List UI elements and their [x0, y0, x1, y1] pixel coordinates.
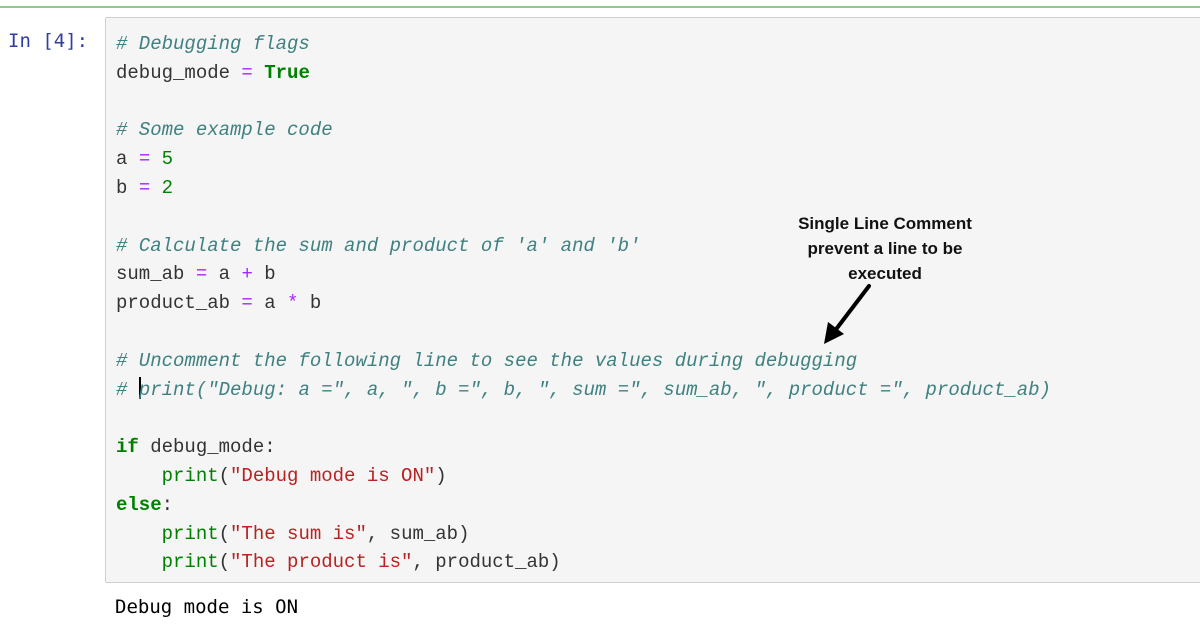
- code-line[interactable]: [116, 404, 1051, 433]
- code-token: # Debugging flags: [116, 33, 310, 55]
- code-line[interactable]: print("The product is", product_ab): [116, 548, 1051, 577]
- code-token: print: [161, 551, 219, 574]
- code-token: a: [252, 292, 288, 315]
- code-line[interactable]: # Uncomment the following line to see th…: [116, 347, 1051, 376]
- code-line[interactable]: [116, 318, 1051, 347]
- code-token: debug_mode: [116, 61, 242, 84]
- code-token: b: [252, 263, 276, 286]
- code-token: # Some example code: [116, 119, 333, 142]
- code-line[interactable]: # print("Debug: a =", a, ", b =", b, ", …: [116, 376, 1051, 405]
- input-prompt: In [4]:: [8, 30, 89, 52]
- code-line[interactable]: debug_mode = True: [116, 59, 1051, 88]
- code-line[interactable]: product_ab = a * b: [116, 289, 1051, 318]
- code-line[interactable]: b = 2: [116, 174, 1051, 203]
- code-token: b: [298, 292, 322, 315]
- code-line[interactable]: # Some example code: [116, 116, 1051, 145]
- code-token: =: [195, 263, 208, 286]
- code-token: #: [116, 378, 139, 401]
- code-token: +: [241, 263, 253, 286]
- code-line[interactable]: else:: [116, 491, 1051, 520]
- code-token: =: [241, 61, 253, 84]
- code-line[interactable]: # Debugging flags: [116, 30, 1051, 59]
- code-token: debug_mode:: [138, 436, 276, 459]
- code-token: ): [435, 464, 447, 487]
- code-token: print("Debug: a =", a, ", b =", b, ", su…: [138, 378, 1051, 401]
- cell-selected-border: [0, 6, 1200, 8]
- cell-output: Debug mode is ON: [115, 596, 299, 618]
- code-line[interactable]: if debug_mode:: [116, 433, 1051, 462]
- code-token: # Calculate the sum and product of 'a' a…: [116, 234, 641, 257]
- code-token: :: [161, 493, 174, 516]
- code-token: , sum_ab): [366, 522, 470, 545]
- code-token: (: [218, 551, 231, 574]
- code-token: "The sum is": [230, 522, 367, 545]
- code-token: =: [138, 148, 151, 171]
- code-token: "The product is": [230, 551, 413, 574]
- code-token: 5: [161, 148, 174, 171]
- code-token: (: [218, 464, 231, 487]
- code-area[interactable]: # Debugging flags debug_mode = True # Som…: [116, 30, 1051, 577]
- code-token: , product_ab): [412, 551, 561, 574]
- code-token: "Debug mode is ON": [230, 464, 436, 487]
- code-token: # Uncomment the following line to see th…: [116, 349, 858, 372]
- code-line[interactable]: print("Debug mode is ON"): [116, 462, 1051, 491]
- code-token: *: [287, 292, 299, 315]
- code-token: product_ab: [116, 292, 242, 315]
- code-token: a: [207, 263, 242, 286]
- annotation-line: prevent a line to be: [807, 239, 963, 258]
- code-token: True: [264, 61, 310, 84]
- code-line[interactable]: print("The sum is", sum_ab): [116, 520, 1051, 549]
- code-cell-editor[interactable]: # Debugging flags debug_mode = True # Som…: [105, 17, 1200, 583]
- annotation-arrow-icon: [824, 284, 871, 344]
- code-token: else: [116, 493, 162, 516]
- code-token: print: [161, 522, 219, 545]
- code-token: sum_ab: [116, 263, 196, 286]
- code-token: print: [161, 464, 219, 487]
- code-token: a: [116, 148, 139, 171]
- code-token: (: [218, 522, 231, 545]
- code-token: 2: [161, 176, 174, 199]
- code-line[interactable]: [116, 88, 1051, 117]
- annotation-line: Single Line Comment: [798, 214, 972, 233]
- code-line[interactable]: a = 5: [116, 145, 1051, 174]
- annotation-line: executed: [848, 264, 922, 283]
- code-token: if: [116, 436, 139, 459]
- code-token: =: [138, 176, 151, 199]
- annotation-callout: Single Line Comment prevent a line to be…: [770, 211, 1000, 286]
- code-token: =: [241, 292, 253, 315]
- code-token: b: [116, 176, 139, 199]
